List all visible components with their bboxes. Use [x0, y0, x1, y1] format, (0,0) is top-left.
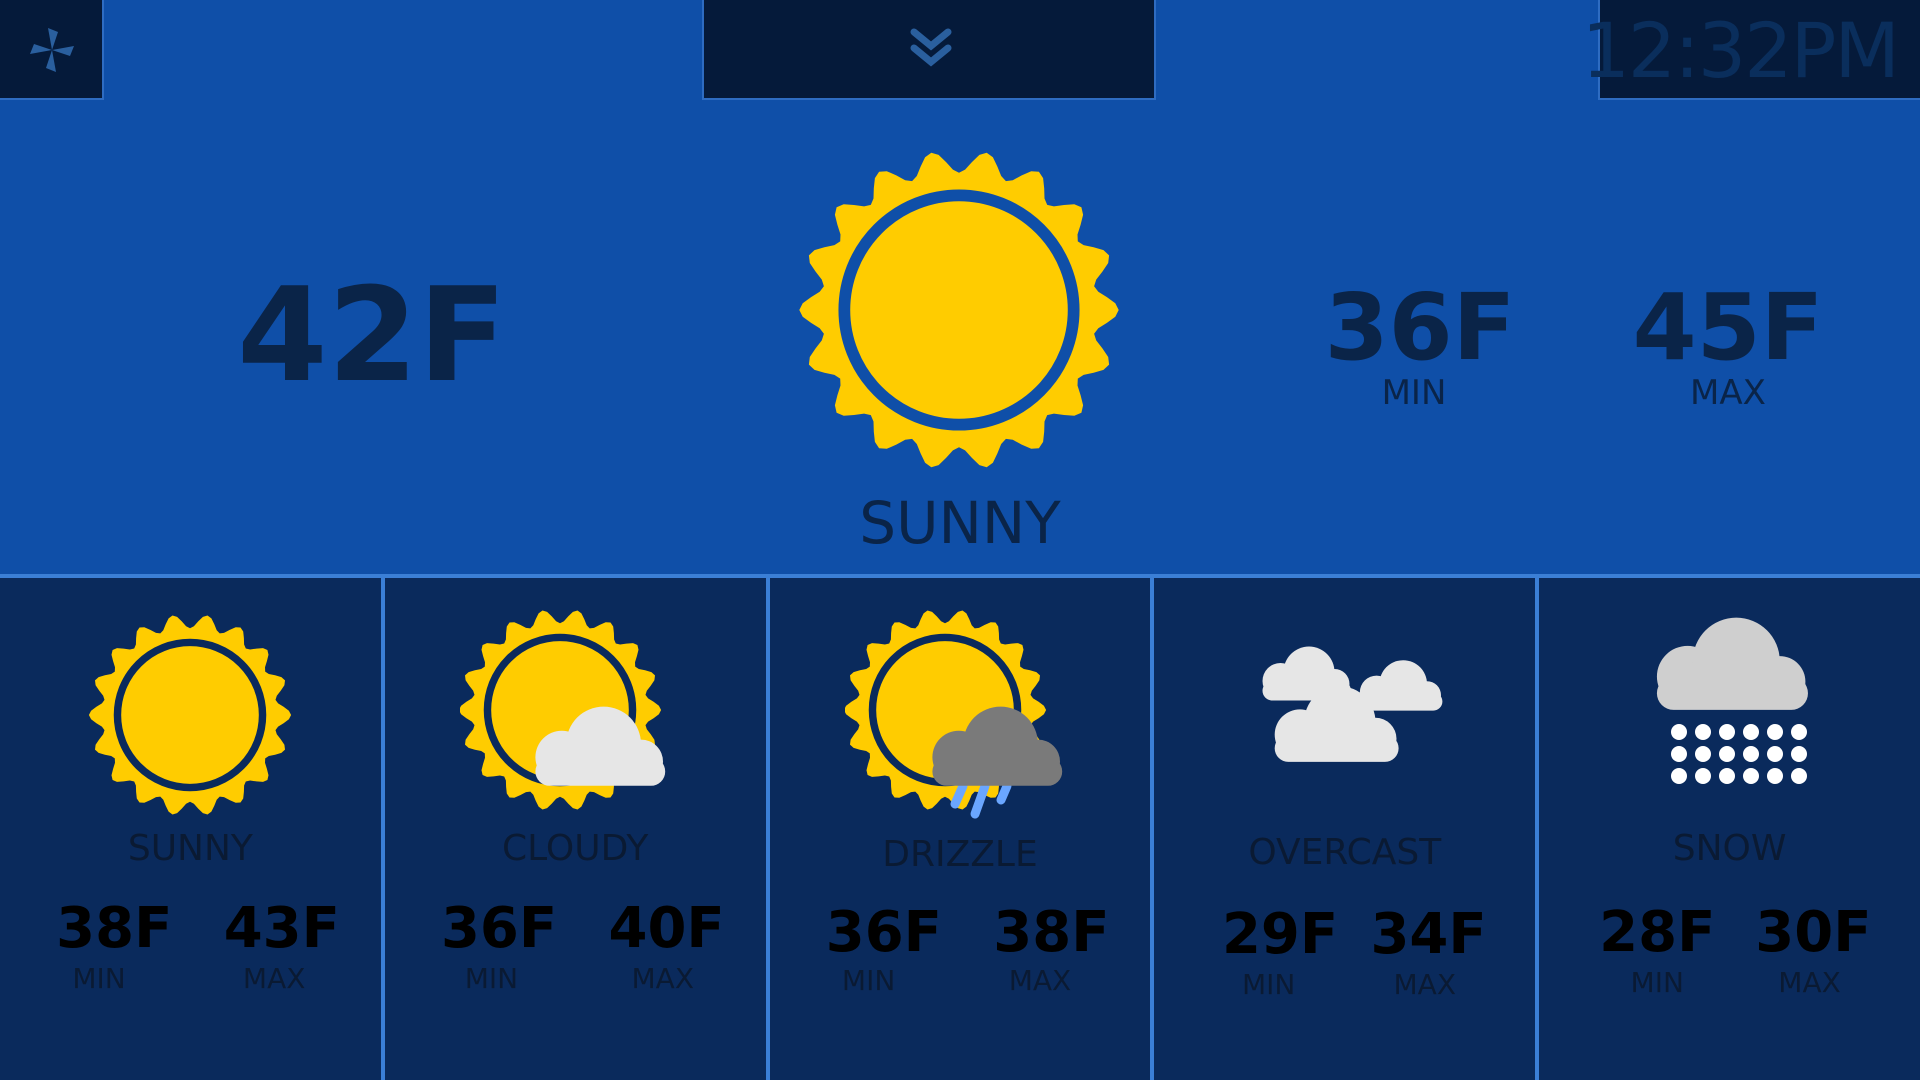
sun-icon — [89, 615, 292, 815]
forecast-min-temp: 28F — [1599, 900, 1716, 965]
chevron-double-down-icon — [910, 28, 952, 67]
current-temperature: 42F — [237, 259, 507, 411]
snow-icon — [1656, 617, 1808, 784]
forecast-condition: DRIZZLE — [882, 834, 1038, 875]
current-max-label: MAX — [1690, 373, 1766, 413]
partly-cloudy-icon — [460, 610, 666, 810]
forecast-max-temp: 38F — [993, 900, 1110, 965]
clock-time: 12:32PM — [1581, 6, 1900, 95]
forecast-max-label: MAX — [1393, 968, 1457, 1001]
pinwheel-logo-icon — [30, 28, 74, 72]
forecast-day[interactable]: OVERCAST 29F 34F MIN MAX — [1154, 578, 1540, 1080]
forecast-max-label: MAX — [242, 962, 306, 995]
current-max-temp: 45F — [1632, 274, 1824, 381]
forecast-day[interactable]: DRIZZLE 36F 38F MIN MAX — [769, 578, 1155, 1080]
forecast-min-label: MIN — [841, 964, 896, 997]
drizzle-icon — [844, 610, 1063, 819]
forecast-day[interactable]: SNOW 28F 30F MIN MAX — [1539, 578, 1920, 1080]
forecast-min-temp: 38F — [56, 896, 173, 961]
forecast-min-label: MIN — [464, 962, 519, 995]
forecast-min-label: MIN — [1241, 968, 1296, 1001]
forecast-day[interactable]: CLOUDY 36F 40F MIN MAX — [384, 578, 770, 1080]
forecast-min-temp: 36F — [440, 896, 558, 961]
current-condition: SUNNY — [859, 489, 1061, 557]
clock-panel: 12:32PM — [1582, 0, 1920, 100]
forecast-condition: CLOUDY — [502, 828, 649, 869]
forecast-max-temp: 40F — [608, 896, 725, 961]
current-min-label: MIN — [1381, 373, 1447, 413]
forecast-condition: SNOW — [1672, 828, 1787, 869]
forecast-min-temp: 29F — [1221, 902, 1339, 967]
forecast-max-label: MAX — [631, 962, 695, 995]
forecast-min-label: MIN — [1630, 966, 1684, 999]
forecast-max-label: MAX — [1778, 966, 1841, 999]
forecast-min-label: MIN — [72, 962, 126, 995]
forecast-max-label: MAX — [1008, 964, 1072, 997]
forecast-day[interactable]: SUNNY 38F 43F MIN MAX — [0, 578, 385, 1080]
sun-icon — [799, 152, 1119, 468]
forecast-condition: SUNNY — [127, 828, 253, 869]
forecast-max-temp: 30F — [1755, 900, 1872, 965]
app-logo-button[interactable] — [0, 0, 104, 100]
forecast-max-temp: 43F — [223, 896, 340, 961]
forecast-condition: OVERCAST — [1248, 832, 1442, 873]
overcast-icon — [1262, 646, 1443, 762]
forecast-min-temp: 36F — [825, 900, 942, 965]
forecast-strip: SUNNY 38F 43F MIN MAX CLOUDY 36F 40F MIN… — [0, 578, 1920, 1080]
forecast-max-temp: 34F — [1370, 902, 1487, 967]
current-min-temp: 36F — [1324, 274, 1516, 381]
pulldown-handle[interactable] — [702, 0, 1156, 100]
